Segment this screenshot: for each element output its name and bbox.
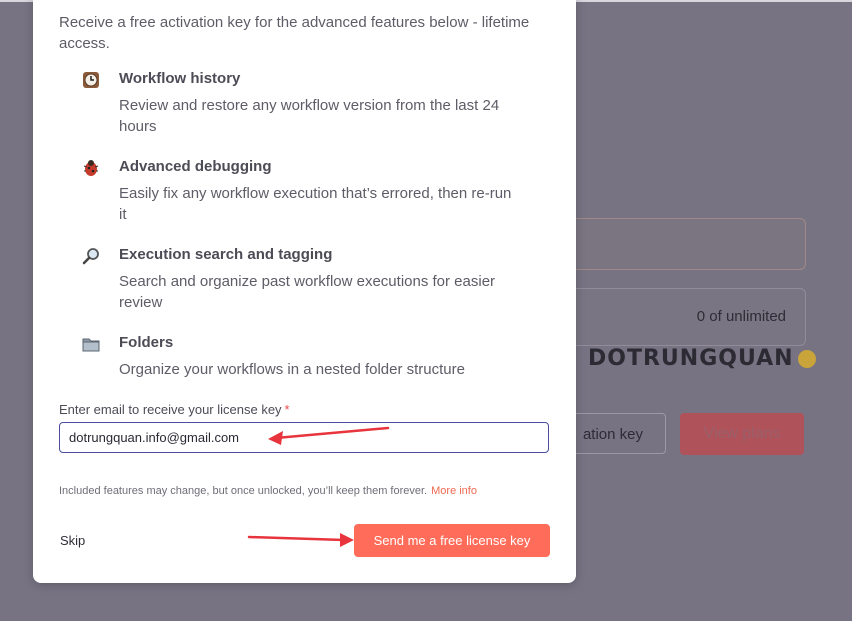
watermark-text: DOTRUNGQUAN — [588, 346, 794, 371]
clock-icon — [81, 70, 103, 90]
send-license-key-button[interactable]: Send me a free license key — [354, 524, 550, 557]
feature-title: Folders — [119, 334, 174, 351]
magnifier-icon — [81, 246, 103, 266]
required-mark: * — [284, 402, 290, 417]
note-text: Included features may change, but once u… — [59, 485, 428, 497]
skip-button[interactable]: Skip — [60, 533, 85, 548]
folder-icon — [81, 334, 103, 354]
email-label-text: Enter email to receive your license key — [59, 402, 282, 417]
features-note: Included features may change, but once u… — [59, 485, 477, 497]
feature-title: Execution search and tagging — [119, 246, 333, 263]
modal-intro: Receive a free activation key for the ad… — [59, 14, 530, 52]
feature-description: Search and organize past workflow execut… — [119, 273, 496, 311]
feature-title: Workflow history — [119, 70, 241, 87]
watermark-logo: DOTRUNGQUAN — [588, 346, 816, 371]
more-info-link[interactable]: More info — [431, 485, 477, 497]
background-view-plans-button: View plans — [680, 413, 804, 455]
email-input[interactable] — [59, 422, 549, 453]
feature-description: Organize your workflows in a nested fold… — [119, 361, 465, 378]
feature-title: Advanced debugging — [119, 158, 272, 175]
feature-description: Review and restore any workflow version … — [119, 97, 500, 135]
watermark-badge-icon — [797, 350, 816, 368]
license-key-modal: Receive a free activation key for the ad… — [33, 0, 576, 583]
email-label: Enter email to receive your license key * — [59, 402, 290, 417]
feature-description: Easily fix any workflow execution that’s… — [119, 185, 512, 223]
background-usage-text: 0 of unlimited — [696, 308, 786, 325]
background-panel — [560, 218, 806, 270]
bug-icon — [81, 158, 103, 178]
